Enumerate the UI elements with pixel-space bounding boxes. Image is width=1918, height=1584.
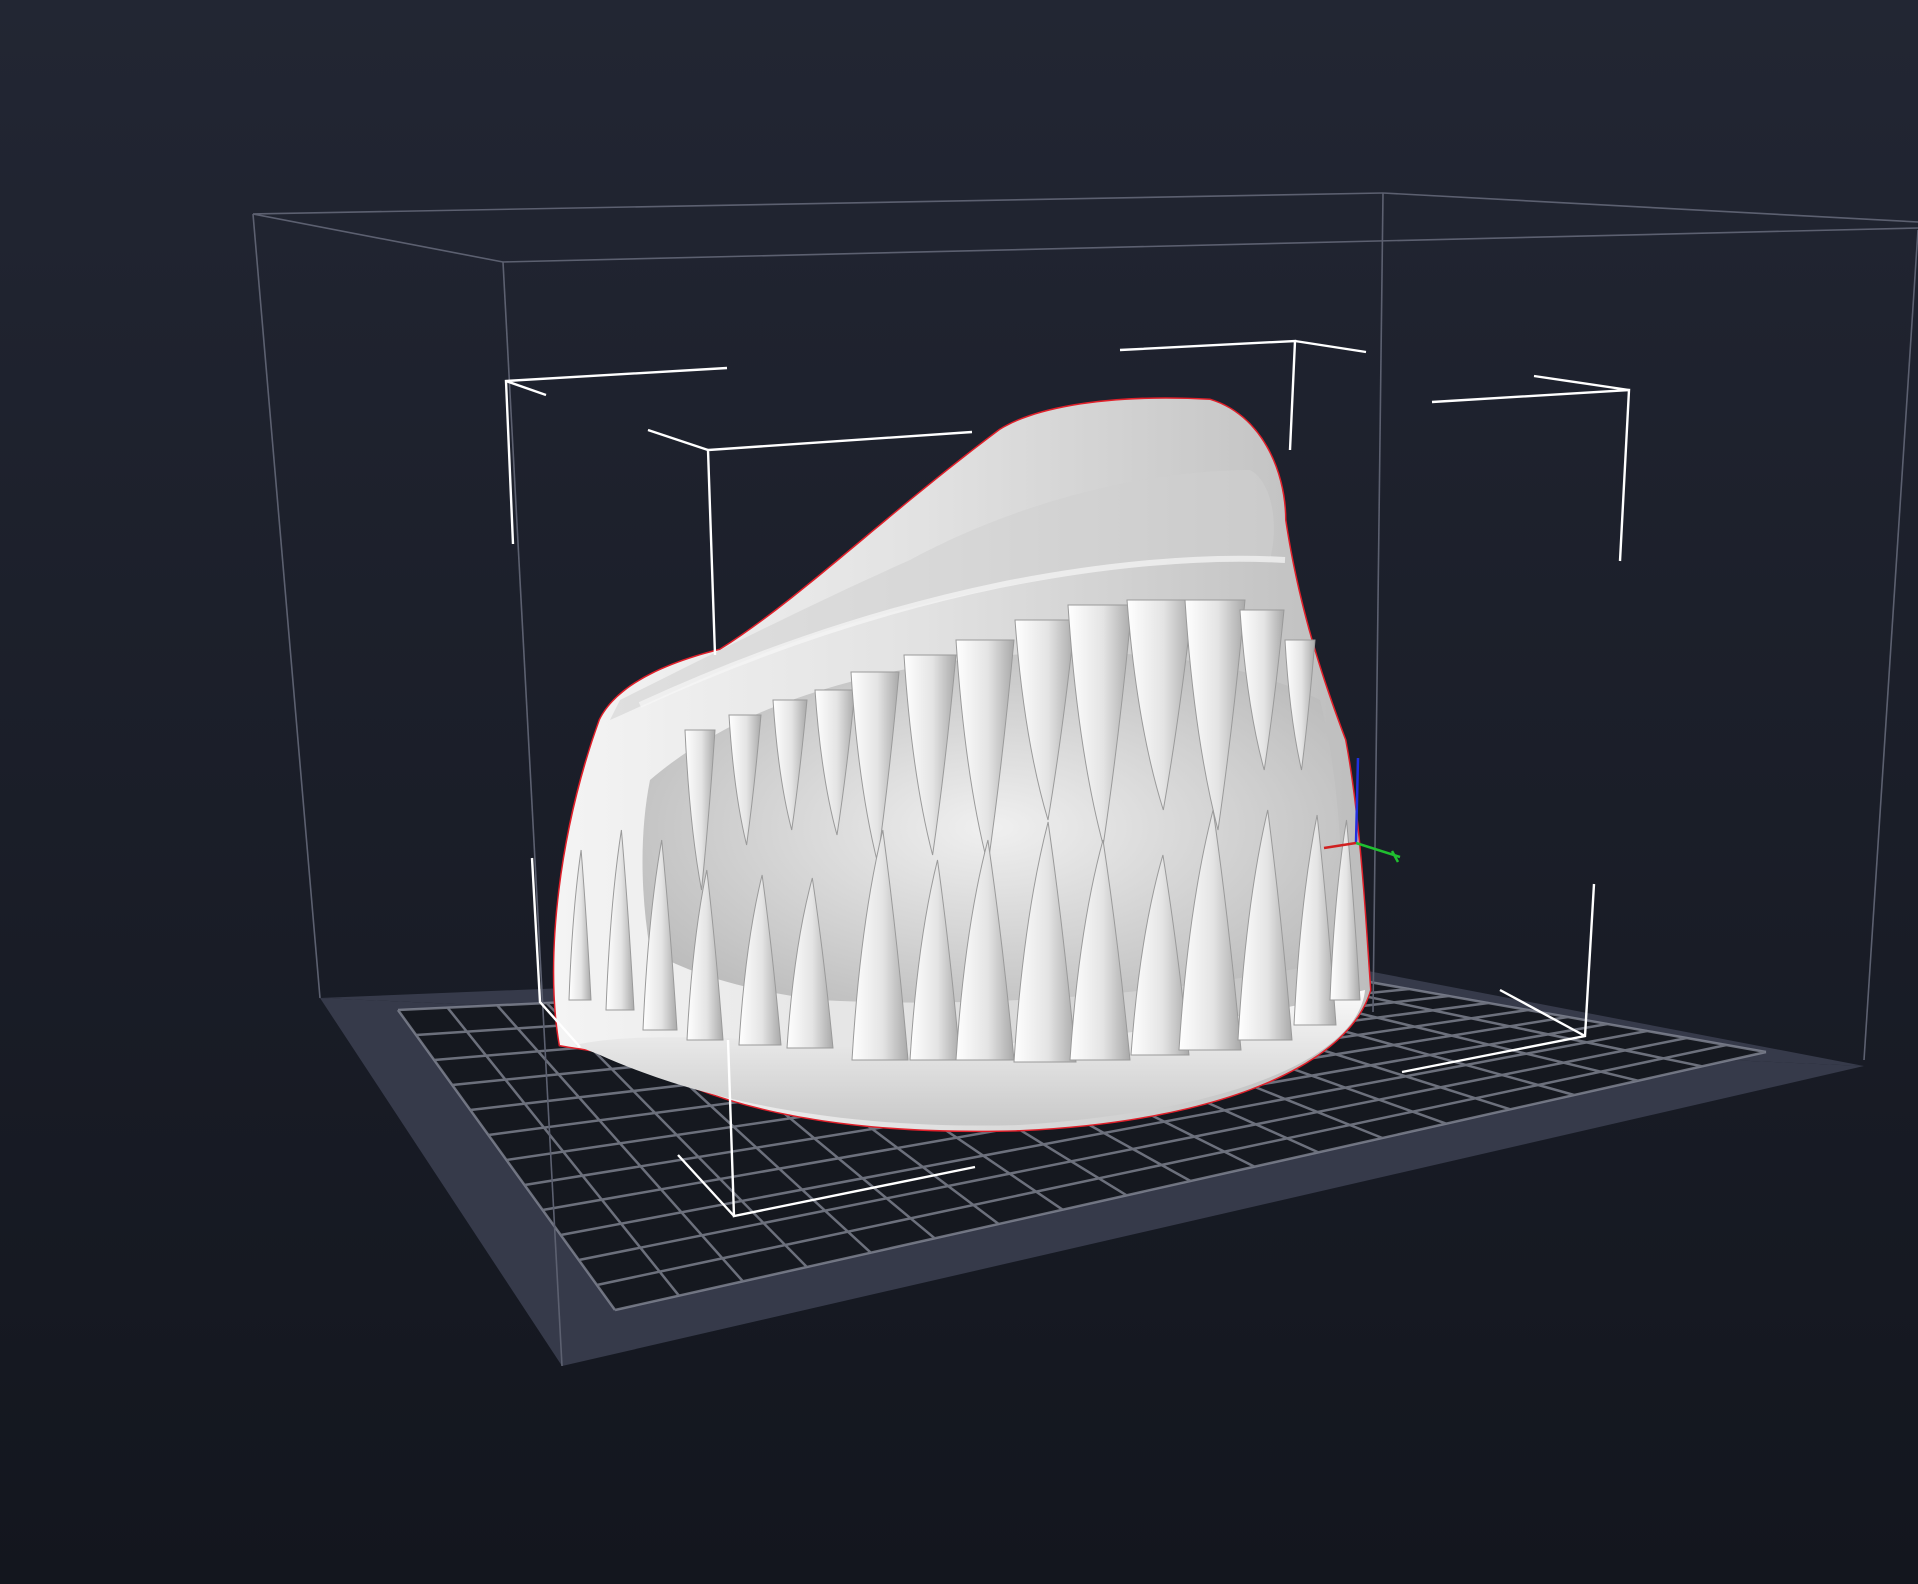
scene-canvas[interactable]: [0, 0, 1918, 1584]
jaw-model[interactable]: [552, 397, 1372, 1133]
3d-viewport[interactable]: [0, 0, 1918, 1584]
